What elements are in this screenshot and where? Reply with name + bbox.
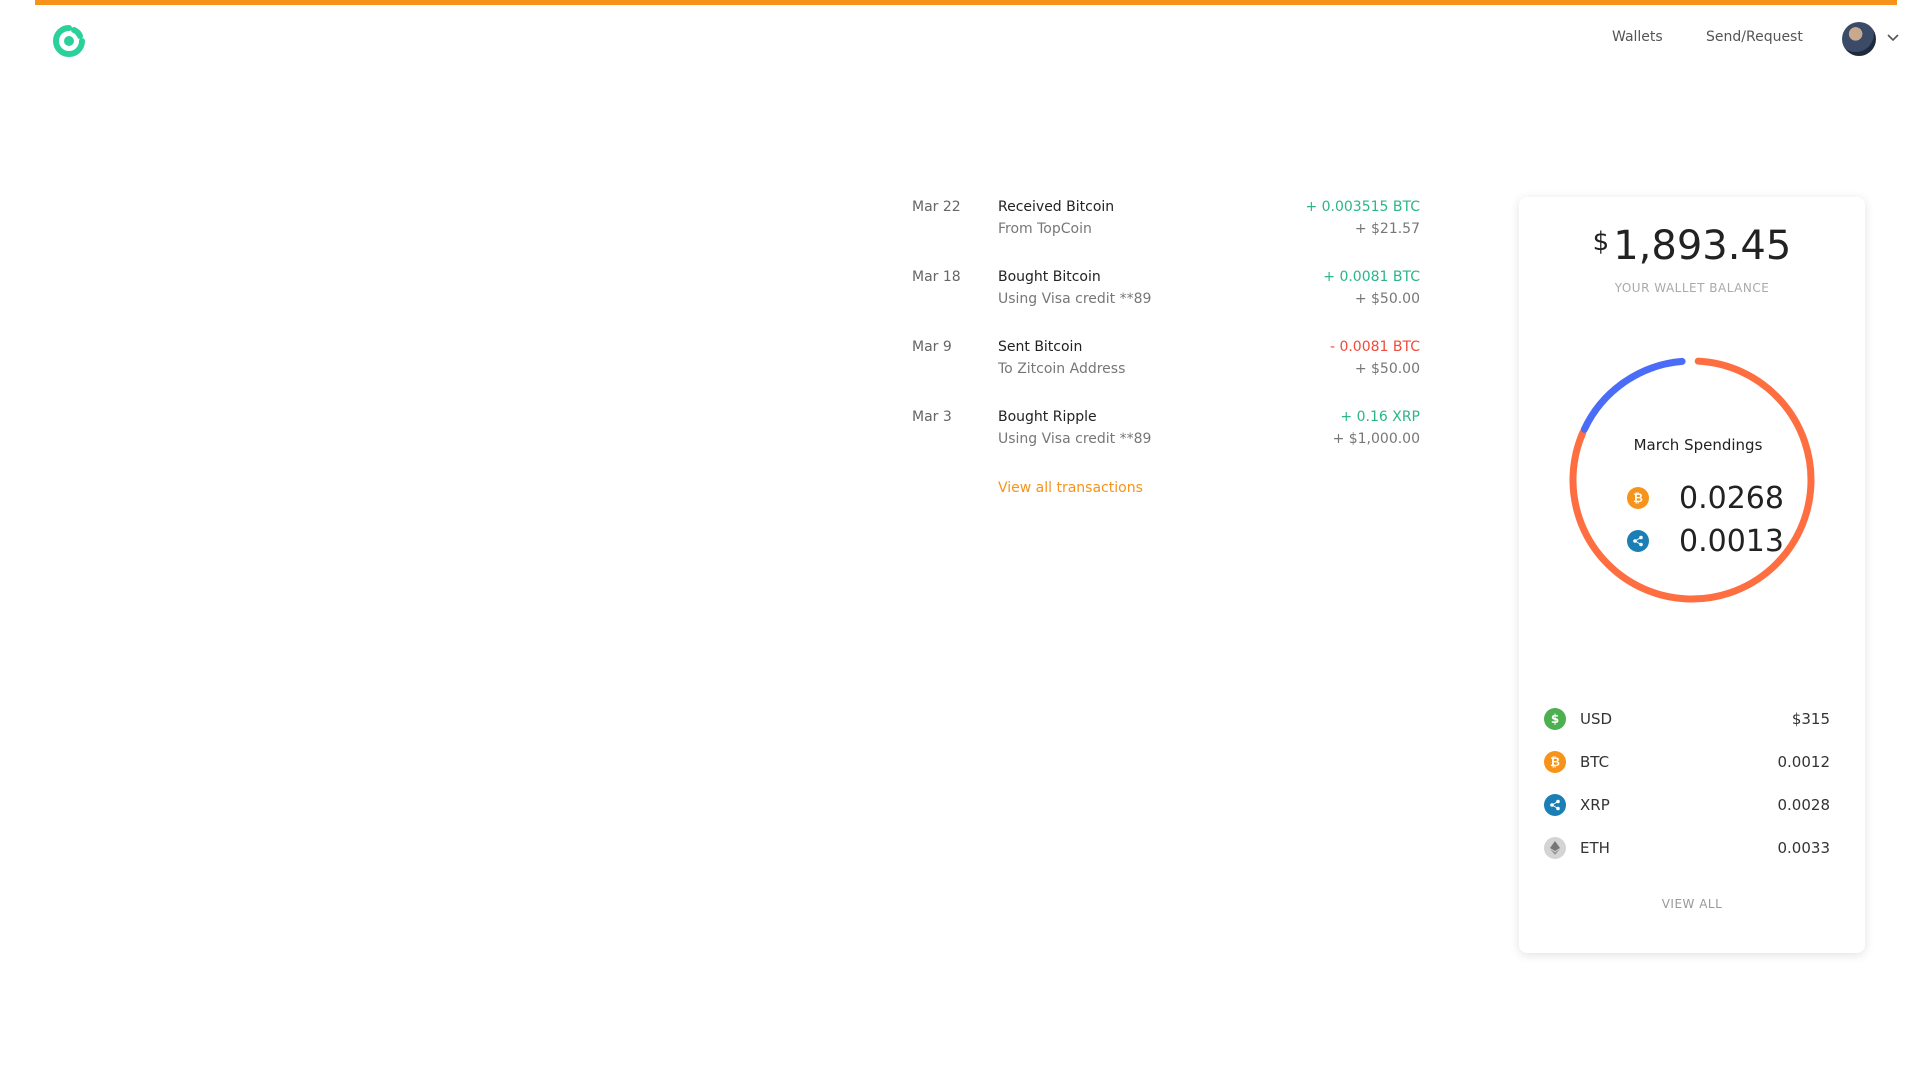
asset-row-eth[interactable]: ETH 0.0033 — [1544, 836, 1830, 860]
bitcoin-icon: ₿ — [1627, 487, 1649, 509]
balance-label: YOUR WALLET BALANCE — [1614, 281, 1770, 295]
transaction-amount: + 0.16 XRP — [1340, 409, 1420, 425]
transaction-subtitle: From TopCoin — [998, 221, 1092, 237]
transaction-date: Mar 18 — [912, 269, 961, 285]
transaction-title: Sent Bitcoin — [998, 339, 1083, 355]
transaction-row[interactable]: Mar 9 Sent Bitcoin To Zitcoin Address - … — [912, 339, 1420, 387]
asset-row-xrp[interactable]: XRP 0.0028 — [1544, 793, 1830, 817]
transaction-title: Bought Ripple — [998, 409, 1097, 425]
transaction-title: Received Bitcoin — [998, 199, 1115, 215]
chevron-down-icon[interactable] — [1886, 33, 1900, 43]
asset-name: BTC — [1580, 753, 1610, 771]
transaction-amount: + 0.003515 BTC — [1305, 199, 1420, 215]
ethereum-icon — [1544, 837, 1566, 859]
view-all-assets-link[interactable]: VIEW ALL — [1519, 897, 1865, 911]
transaction-subtitle: Using Visa credit **89 — [998, 431, 1152, 447]
balance-amount: 1,893.45 — [1613, 223, 1792, 269]
wallet-card: $1,893.45 YOUR WALLET BALANCE March Spen… — [1519, 197, 1865, 953]
top-accent-bar — [35, 0, 1897, 5]
spendings-value: 0.0013 — [1679, 523, 1784, 559]
brand-logo-icon[interactable] — [52, 24, 86, 58]
transaction-fiat: + $50.00 — [1354, 291, 1420, 307]
transaction-amount: - 0.0081 BTC — [1329, 339, 1420, 355]
asset-name: ETH — [1580, 839, 1610, 857]
asset-value: 0.0012 — [1777, 753, 1831, 771]
asset-name: USD — [1580, 710, 1613, 728]
asset-row-usd[interactable]: $ USD $315 — [1544, 707, 1830, 731]
transaction-amount: + 0.0081 BTC — [1323, 269, 1420, 285]
spendings-title: March Spendings — [1633, 436, 1763, 454]
transaction-row[interactable]: Mar 18 Bought Bitcoin Using Visa credit … — [912, 269, 1420, 317]
transaction-fiat: + $1,000.00 — [1332, 431, 1420, 447]
transaction-row[interactable]: Mar 3 Bought Ripple Using Visa credit **… — [912, 409, 1420, 457]
transaction-subtitle: Using Visa credit **89 — [998, 291, 1152, 307]
transaction-date: Mar 9 — [912, 339, 952, 355]
page: Wallets Send/Request Mar 22 Received Bit… — [0, 0, 1920, 1080]
transaction-date: Mar 22 — [912, 199, 961, 215]
spendings-row-btc: ₿ 0.0268 — [1627, 480, 1784, 516]
asset-value: $315 — [1791, 710, 1830, 728]
ripple-icon — [1627, 530, 1649, 552]
view-all-transactions-link[interactable]: View all transactions — [998, 480, 1143, 496]
transaction-title: Bought Bitcoin — [998, 269, 1101, 285]
user-avatar[interactable] — [1842, 22, 1876, 56]
balance-currency-symbol: $ — [1592, 227, 1610, 257]
asset-name: XRP — [1580, 796, 1610, 814]
asset-row-btc[interactable]: ₿ BTC 0.0012 — [1544, 750, 1830, 774]
transaction-row[interactable]: Mar 22 Received Bitcoin From TopCoin + 0… — [912, 199, 1420, 247]
asset-value: 0.0033 — [1777, 839, 1831, 857]
bitcoin-icon: ₿ — [1544, 751, 1566, 773]
ripple-icon — [1544, 794, 1566, 816]
transaction-fiat: + $50.00 — [1354, 361, 1420, 377]
dollar-icon: $ — [1544, 708, 1566, 730]
transaction-subtitle: To Zitcoin Address — [998, 361, 1126, 377]
wallet-balance: $1,893.45 — [1519, 223, 1865, 269]
transaction-date: Mar 3 — [912, 409, 952, 425]
spendings-value: 0.0268 — [1679, 480, 1784, 516]
nav-send-request[interactable]: Send/Request — [1706, 29, 1803, 45]
asset-value: 0.0028 — [1777, 796, 1831, 814]
spendings-row-xrp: 0.0013 — [1627, 523, 1784, 559]
transaction-fiat: + $21.57 — [1354, 221, 1420, 237]
nav-wallets[interactable]: Wallets — [1612, 29, 1663, 45]
